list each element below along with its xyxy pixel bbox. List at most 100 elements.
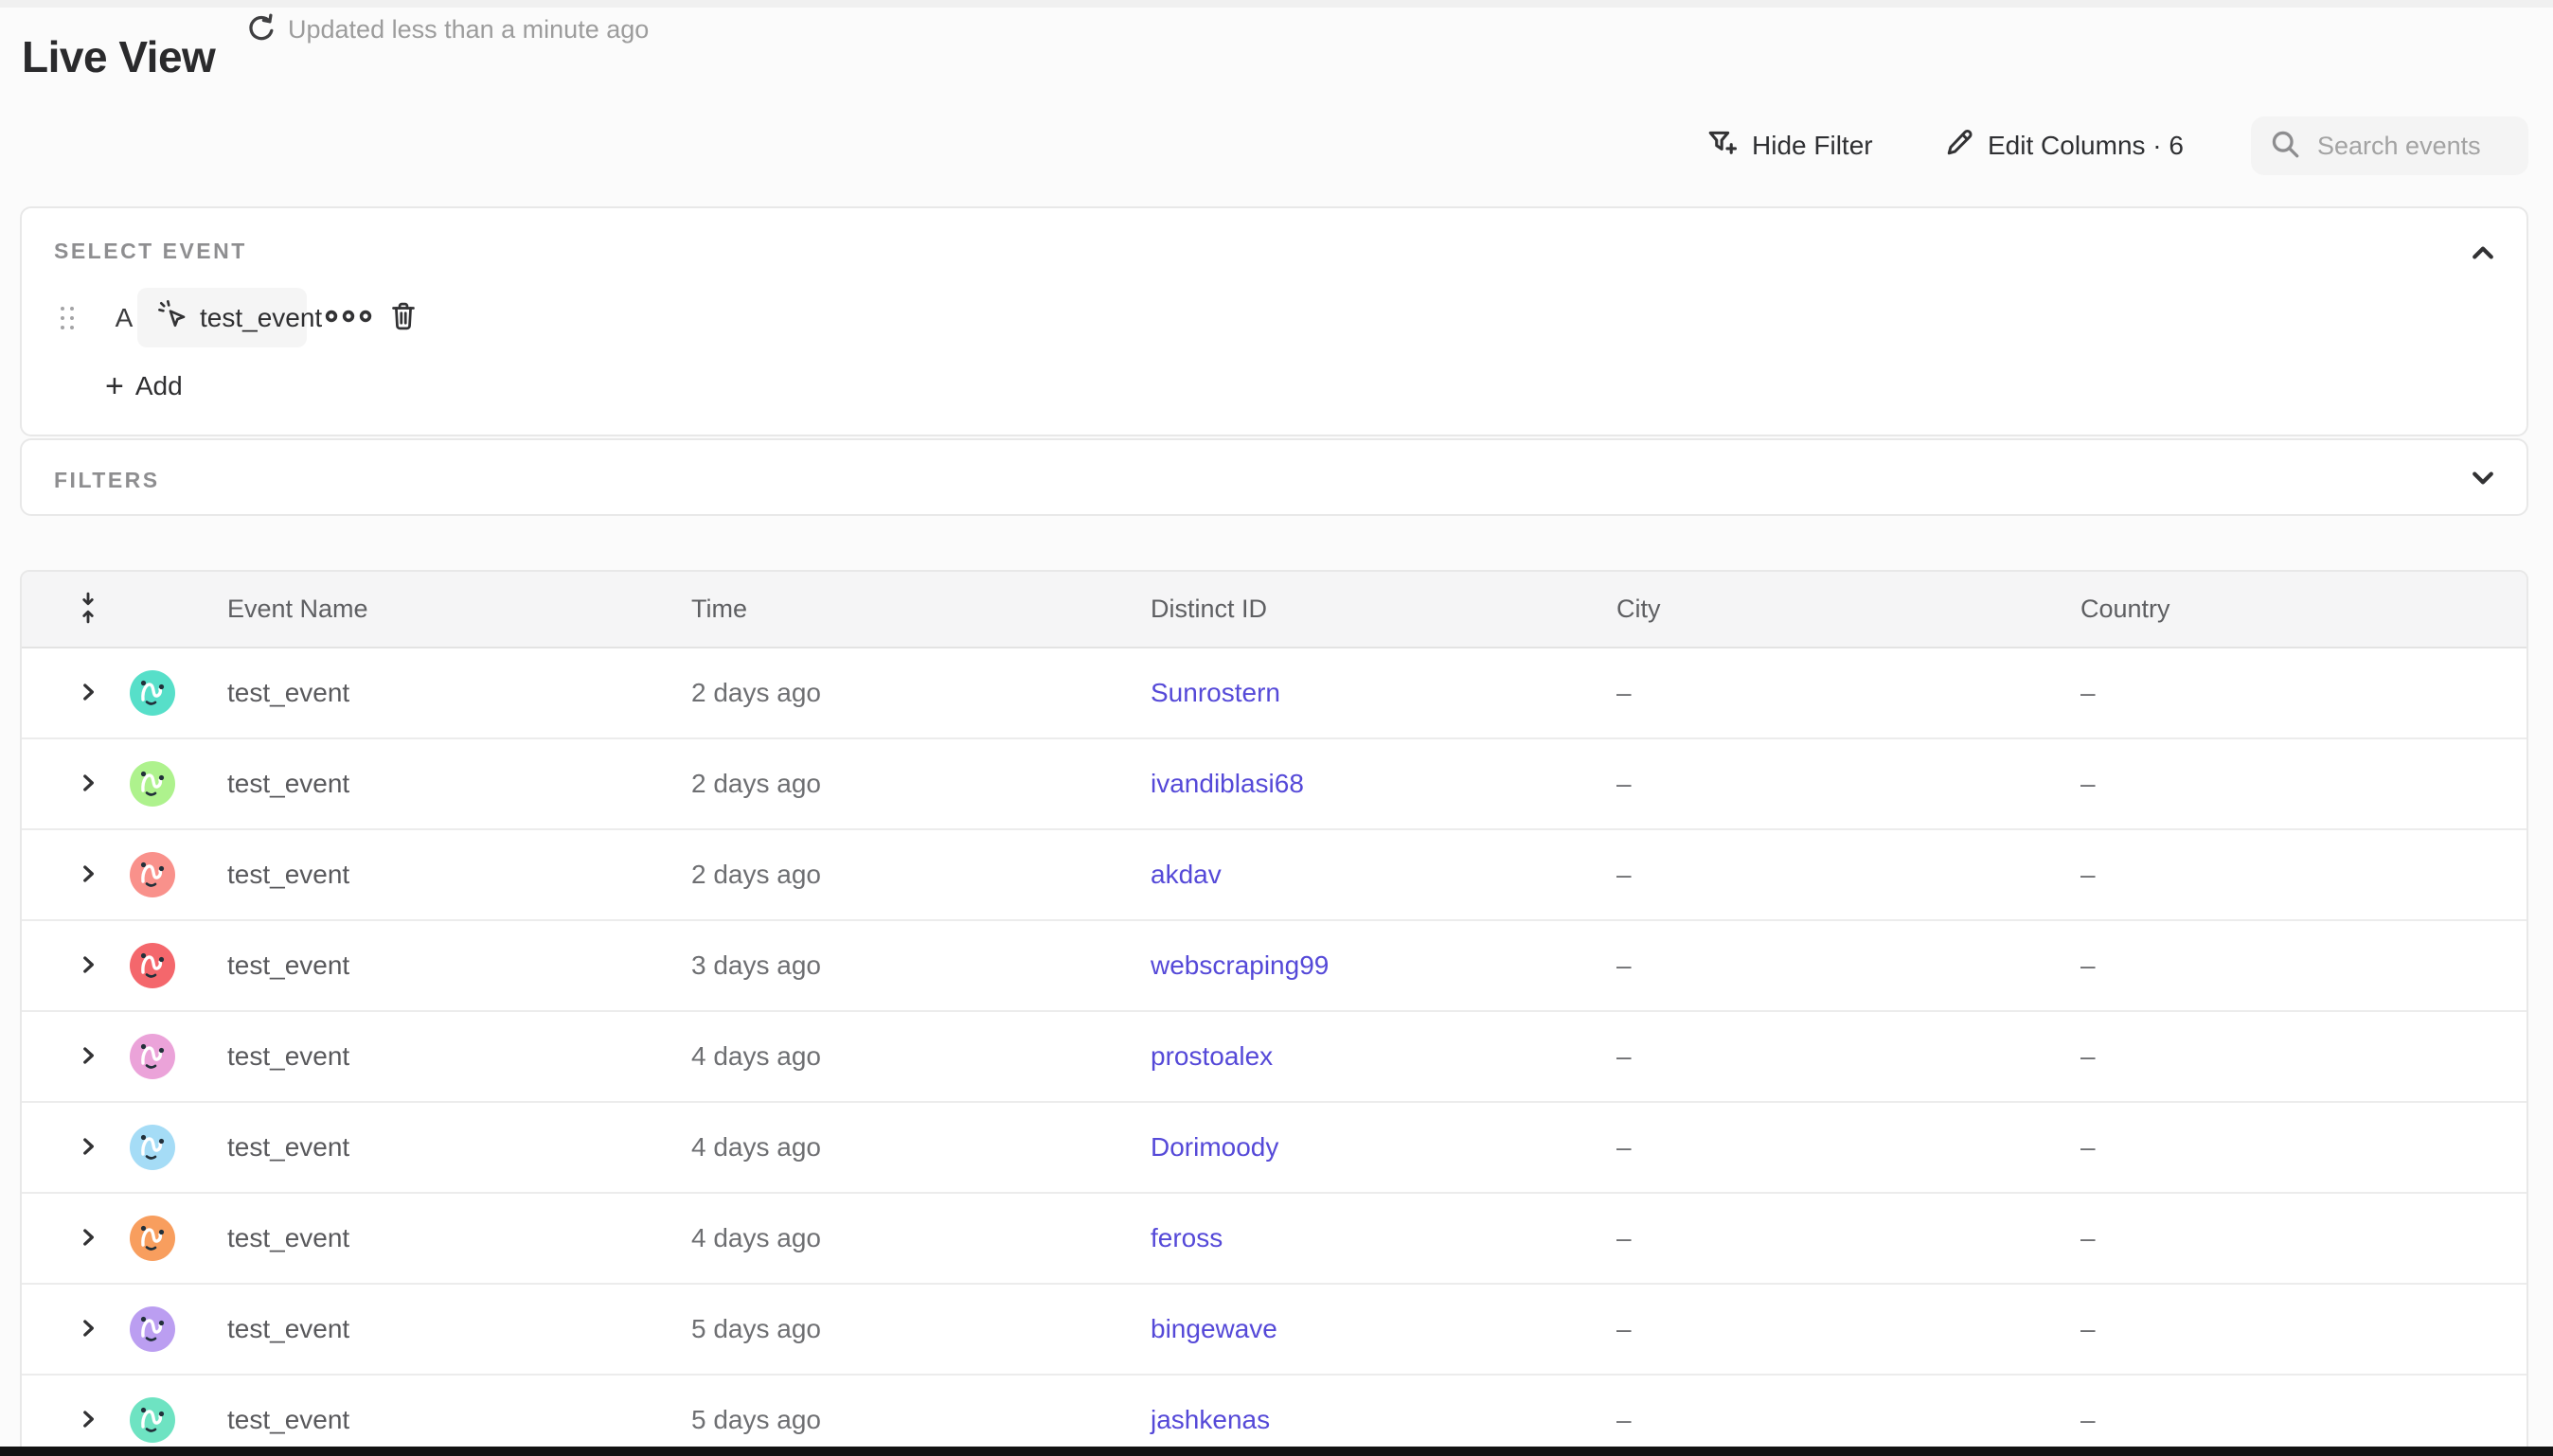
- distinct-id-link[interactable]: feross: [1151, 1223, 1223, 1252]
- chevron-down-icon: [2469, 464, 2497, 495]
- column-header-country[interactable]: Country: [2061, 595, 2526, 624]
- plus-icon: +: [105, 370, 124, 402]
- select-event-card: SELECT EVENT A test_event: [20, 206, 2528, 436]
- delete-event-button[interactable]: [380, 297, 427, 339]
- user-avatar: [130, 852, 175, 897]
- cell-city: –: [1597, 1041, 2061, 1072]
- cell-city: –: [1597, 1314, 2061, 1344]
- filter-plus-icon: [1706, 127, 1739, 166]
- chevron-right-icon: [76, 1134, 100, 1162]
- expand-row-button[interactable]: [71, 1312, 105, 1346]
- drag-handle[interactable]: [59, 305, 76, 331]
- user-avatar: [130, 761, 175, 807]
- cell-event-name: test_event: [185, 769, 671, 799]
- expand-filters-button[interactable]: [2464, 460, 2502, 498]
- table-row: test_event 5 days ago jashkenas – –: [22, 1376, 2526, 1456]
- cell-country: –: [2061, 1041, 2526, 1072]
- edit-columns-button[interactable]: Edit Columns · 6: [1944, 116, 2184, 175]
- cell-country: –: [2061, 860, 2526, 890]
- add-label: Add: [135, 371, 183, 401]
- column-header-distinct-id[interactable]: Distinct ID: [1131, 595, 1597, 624]
- chevron-right-icon: [76, 1043, 100, 1071]
- collapse-select-event-button[interactable]: [2464, 235, 2502, 273]
- cell-city: –: [1597, 769, 2061, 799]
- cell-time: 2 days ago: [671, 769, 1131, 799]
- search-icon: [2268, 127, 2302, 166]
- chevron-right-icon: [76, 1407, 100, 1434]
- chevron-right-icon: [76, 952, 100, 980]
- event-click-icon: [157, 299, 187, 336]
- events-table: Event Name Time Distinct ID City Country: [20, 570, 2528, 1456]
- distinct-id-link[interactable]: jashkenas: [1151, 1405, 1270, 1434]
- event-select-button[interactable]: test_event: [137, 288, 307, 347]
- chevron-up-icon: [2469, 239, 2497, 270]
- expand-row-button[interactable]: [71, 1403, 105, 1437]
- cell-time: 4 days ago: [671, 1041, 1131, 1072]
- expand-row-button[interactable]: [71, 858, 105, 892]
- cell-city: –: [1597, 950, 2061, 981]
- event-row: A test_event: [22, 288, 2526, 347]
- cell-time: 2 days ago: [671, 678, 1131, 708]
- cell-time: 3 days ago: [671, 950, 1131, 981]
- cell-time: 4 days ago: [671, 1132, 1131, 1163]
- cell-event-name: test_event: [185, 678, 671, 708]
- updated-status: Updated less than a minute ago: [288, 11, 649, 47]
- table-row: test_event 2 days ago ivandiblasi68 – –: [22, 739, 2526, 830]
- expand-row-button[interactable]: [71, 1130, 105, 1164]
- refresh-button[interactable]: [241, 9, 282, 50]
- edit-columns-label: Edit Columns · 6: [1988, 131, 2184, 161]
- cell-country: –: [2061, 1132, 2526, 1163]
- event-overflow-menu-button[interactable]: [319, 299, 378, 337]
- top-strip: [0, 0, 2553, 8]
- user-avatar: [130, 1034, 175, 1079]
- collapse-rows-button[interactable]: [71, 593, 105, 627]
- distinct-id-link[interactable]: ivandiblasi68: [1151, 769, 1304, 798]
- pencil-icon: [1944, 128, 1974, 165]
- event-pill-label: test_event: [200, 303, 322, 333]
- add-event-button[interactable]: + Add: [105, 365, 183, 407]
- cell-country: –: [2061, 1314, 2526, 1344]
- collapse-arrows-icon: [74, 592, 102, 627]
- distinct-id-link[interactable]: Dorimoody: [1151, 1132, 1278, 1162]
- cell-event-name: test_event: [185, 860, 671, 890]
- chevron-right-icon: [76, 1316, 100, 1343]
- search-events-input[interactable]: [2317, 132, 2516, 161]
- cell-time: 5 days ago: [671, 1405, 1131, 1435]
- column-header-city[interactable]: City: [1597, 595, 2061, 624]
- filters-label: FILTERS: [54, 468, 160, 493]
- cell-event-name: test_event: [185, 1041, 671, 1072]
- expand-row-button[interactable]: [71, 1221, 105, 1255]
- distinct-id-link[interactable]: akdav: [1151, 860, 1222, 889]
- cell-country: –: [2061, 678, 2526, 708]
- refresh-icon: [244, 11, 278, 48]
- cell-city: –: [1597, 1223, 2061, 1253]
- user-avatar: [130, 670, 175, 716]
- expand-row-button[interactable]: [71, 767, 105, 801]
- expand-row-button[interactable]: [71, 949, 105, 983]
- chevron-right-icon: [76, 680, 100, 707]
- overflow-dots-icon: [324, 306, 373, 329]
- cell-country: –: [2061, 950, 2526, 981]
- table-row: test_event 5 days ago bingewave – –: [22, 1285, 2526, 1376]
- user-avatar: [130, 1216, 175, 1261]
- search-events-box[interactable]: [2251, 116, 2528, 175]
- expand-row-button[interactable]: [71, 1039, 105, 1074]
- filters-card: FILTERS: [20, 438, 2528, 516]
- user-avatar: [130, 943, 175, 988]
- column-header-time[interactable]: Time: [671, 595, 1131, 624]
- distinct-id-link[interactable]: webscraping99: [1151, 950, 1329, 980]
- user-avatar: [130, 1125, 175, 1170]
- hide-filter-button[interactable]: Hide Filter: [1706, 116, 1873, 175]
- distinct-id-link[interactable]: bingewave: [1151, 1314, 1277, 1343]
- cell-event-name: test_event: [185, 1223, 671, 1253]
- user-avatar: [130, 1397, 175, 1443]
- column-header-event-name[interactable]: Event Name: [185, 595, 671, 624]
- table-row: test_event 2 days ago Sunrostern – –: [22, 648, 2526, 739]
- expand-row-button[interactable]: [71, 676, 105, 710]
- bottom-bar: [0, 1447, 2553, 1456]
- distinct-id-link[interactable]: Sunrostern: [1151, 678, 1280, 707]
- table-row: test_event 4 days ago prostoalex – –: [22, 1012, 2526, 1103]
- chevron-right-icon: [76, 1225, 100, 1252]
- distinct-id-link[interactable]: prostoalex: [1151, 1041, 1273, 1071]
- cell-event-name: test_event: [185, 1314, 671, 1344]
